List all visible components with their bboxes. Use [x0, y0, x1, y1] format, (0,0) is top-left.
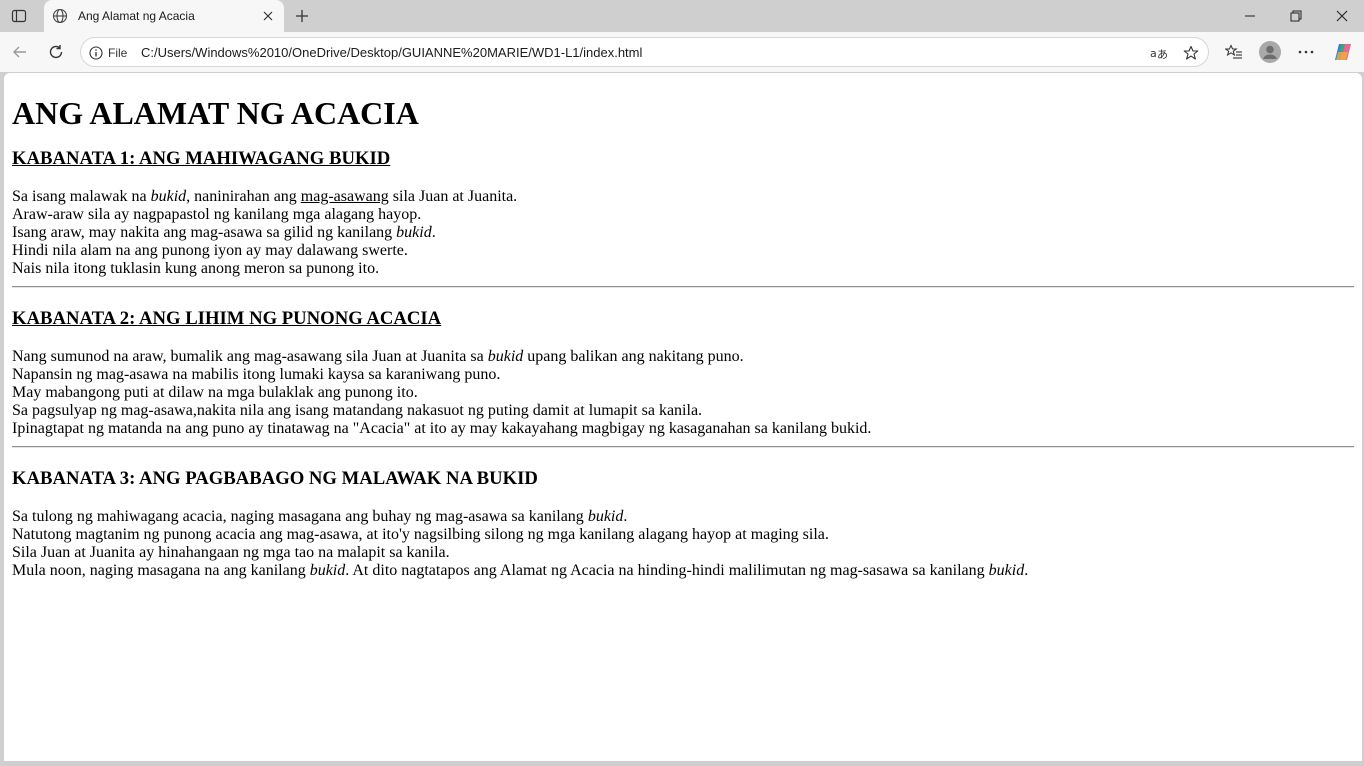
chapter3-text: . At dito nagtatapos ang Alamat ng Acaci… — [345, 562, 989, 579]
chapter1-line: Hindi nila alam na ang punong iyon ay ma… — [12, 242, 408, 259]
chapter3-text: Mula noon, naging masagana na ang kanila… — [12, 562, 310, 579]
chapter3-paragraph: Sa tulong ng mahiwagang acacia, naging m… — [12, 508, 1354, 580]
chapter1-heading: KABANATA 1: ANG MAHIWAGANG BUKID — [12, 148, 391, 169]
chapter2-line: Napansin ng mag-asawa na mabilis itong l… — [12, 366, 501, 383]
chapter1-text: . — [431, 224, 436, 241]
chapter3-line: Natutong magtanim ng punong acacia ang m… — [12, 526, 829, 543]
chapter2-heading: KABANATA 2: ANG LIHIM NG PUNONG ACACIA — [12, 308, 442, 329]
star-icon[interactable] — [1181, 43, 1201, 63]
chapter2-line: Sa pagsulyap ng mag-asawa,nakita nila an… — [12, 402, 703, 419]
browser-toolbar: File C:/Users/Windows%2010/OneDrive/Desk… — [0, 32, 1364, 72]
back-arrow-icon[interactable] — [6, 38, 34, 66]
svg-text:a: a — [1150, 47, 1157, 60]
close-icon[interactable] — [258, 6, 278, 26]
bukid-emphasis: bukid — [150, 188, 187, 205]
bukid-emphasis: bukid — [487, 348, 524, 365]
chapter2-line: Ipinagtapat ng matanda na ang puno ay ti… — [12, 420, 872, 437]
bukid-emphasis: bukid — [988, 562, 1025, 579]
more-icon[interactable] — [1292, 38, 1320, 66]
chapter3-heading: KABANATA 3: ANG PAGBABAGO NG MALAWAK NA … — [12, 468, 538, 489]
chapter2-paragraph: Nang sumunod na araw, bumalik ang mag-as… — [12, 348, 1354, 438]
chapter1-line: Araw-araw sila ay nagpapastol ng kanilan… — [12, 206, 422, 223]
tab-actions-icon[interactable] — [6, 4, 32, 28]
refresh-icon[interactable] — [42, 38, 70, 66]
globe-icon — [52, 8, 68, 24]
chapter2-text: Nang sumunod na araw, bumalik ang mag-as… — [12, 348, 488, 365]
divider — [12, 286, 1354, 288]
browser-tab[interactable]: Ang Alamat ng Acacia — [44, 0, 284, 32]
chapter1-text: Sa isang malawak na — [12, 188, 151, 205]
site-info-label: File — [108, 46, 128, 60]
chapter3-text: . — [623, 508, 628, 525]
url-text[interactable]: C:/Users/Windows%2010/OneDrive/Desktop/G… — [141, 45, 642, 60]
chapter1-text: Isang araw, may nakita ang mag-asawa sa … — [12, 224, 397, 241]
chapter2-text: upang balikan ang nakitang puno. — [523, 348, 744, 365]
bukid-emphasis: bukid — [309, 562, 346, 579]
chapter1-line: Nais nila itong tuklasin kung anong mero… — [12, 260, 380, 277]
mag-asawang-underlined: mag-asawang — [300, 188, 389, 205]
avatar-icon[interactable] — [1256, 38, 1284, 66]
copilot-icon[interactable] — [1329, 38, 1357, 66]
chapter1-text: sila Juan at Juanita. — [388, 188, 518, 205]
chapter1-text: , naninirahan ang — [186, 188, 301, 205]
tab-strip: Ang Alamat ng Acacia — [0, 0, 1364, 32]
chapter2-line: May mabangong puti at dilaw na mga bulak… — [12, 384, 418, 401]
read-aloud-icon[interactable]: aあ — [1149, 43, 1169, 63]
page-viewport: ANG ALAMAT NG ACACIA KABANATA 1: ANG MAH… — [4, 73, 1362, 761]
divider — [12, 446, 1354, 448]
bukid-emphasis: bukid — [587, 508, 624, 525]
bukid-emphasis: bukid — [396, 224, 432, 241]
tab-title: Ang Alamat ng Acacia — [78, 9, 195, 23]
chapter1-paragraph: Sa isang malawak na bukid, naninirahan a… — [12, 188, 1354, 278]
plus-icon[interactable] — [289, 4, 315, 28]
restore-icon[interactable] — [1273, 0, 1319, 32]
site-info-button[interactable]: File — [89, 44, 127, 62]
chapter3-line: Sila Juan at Juanita ay hinahangaan ng m… — [12, 544, 450, 561]
address-bar[interactable]: File C:/Users/Windows%2010/OneDrive/Desk… — [80, 37, 1209, 67]
svg-text:あ: あ — [1157, 48, 1168, 60]
page-content: ANG ALAMAT NG ACACIA KABANATA 1: ANG MAH… — [4, 95, 1362, 580]
minimize-icon[interactable] — [1227, 0, 1273, 32]
chapter3-text: Sa tulong ng mahiwagang acacia, naging m… — [12, 508, 588, 525]
info-icon — [89, 46, 103, 60]
favorites-icon[interactable] — [1220, 38, 1248, 66]
chapter3-text: . — [1024, 562, 1029, 579]
close-window-icon[interactable] — [1319, 0, 1364, 32]
page-title: ANG ALAMAT NG ACACIA — [12, 95, 419, 131]
